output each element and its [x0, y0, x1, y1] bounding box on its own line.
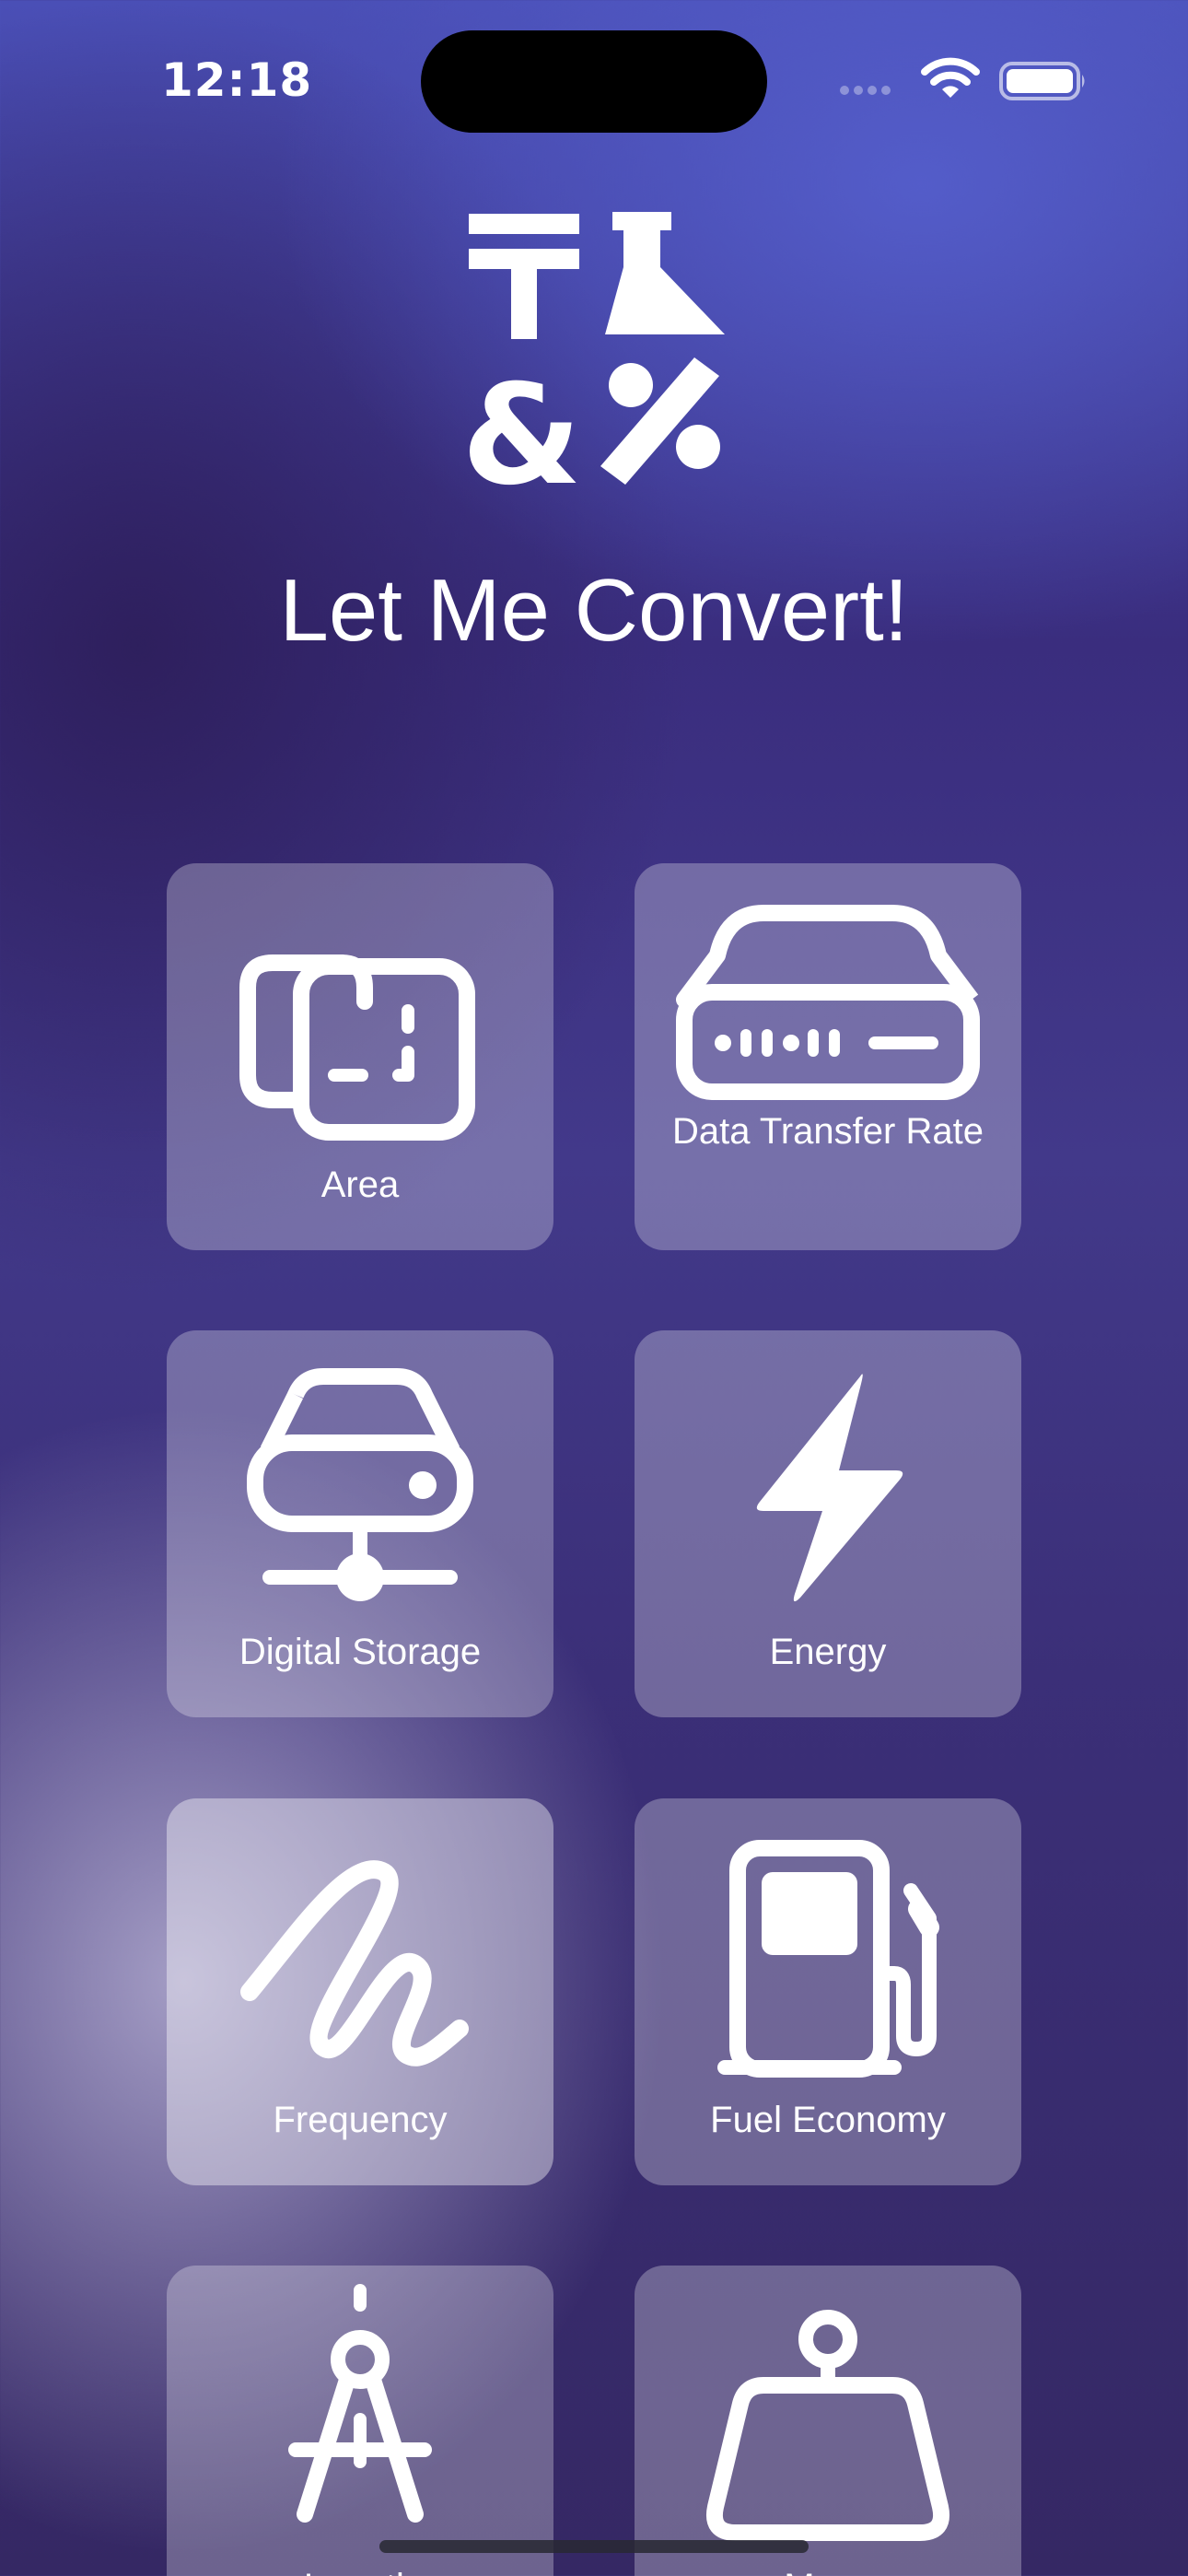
- tile-label: Fuel Economy: [710, 2100, 946, 2140]
- wifi-icon: [921, 57, 980, 98]
- tile-label: Digital Storage: [239, 1632, 482, 1672]
- tile-label: Energy: [769, 1632, 887, 1672]
- tile-frequency[interactable]: Frequency: [167, 1798, 553, 2185]
- scale-weight-icon: [706, 2310, 949, 2541]
- compass-icon: [288, 2284, 432, 2523]
- tile-data-transfer-rate[interactable]: Data Transfer Rate: [635, 863, 1021, 1250]
- tile-energy[interactable]: Energy: [635, 1330, 1021, 1717]
- tile-digital-storage[interactable]: Digital Storage: [167, 1330, 553, 1717]
- tile-label: Data Transfer Rate: [672, 1111, 984, 1152]
- battery-icon: [999, 62, 1085, 100]
- tile-fuel-economy[interactable]: Fuel Economy: [635, 1798, 1021, 2185]
- app-logo-icon: &: [465, 212, 725, 488]
- router-icon: [676, 905, 980, 1100]
- status-time: 12:18: [161, 53, 313, 107]
- app-title: Let Me Convert!: [279, 561, 909, 660]
- dynamic-island: [421, 30, 767, 133]
- tile-mass[interactable]: Mass: [635, 2266, 1021, 2576]
- tile-label: Mass: [653, 2560, 1003, 2576]
- tile-length[interactable]: Length: [167, 2266, 553, 2576]
- svg-text:&: &: [465, 356, 582, 488]
- tile-label: Length: [185, 2560, 535, 2576]
- home-indicator[interactable]: [379, 2540, 809, 2553]
- tile-label: Area: [320, 1165, 400, 1205]
- tile-label: Frequency: [273, 2100, 448, 2140]
- tile-area[interactable]: Area: [167, 863, 553, 1250]
- cellular-signal-icon: [840, 81, 895, 99]
